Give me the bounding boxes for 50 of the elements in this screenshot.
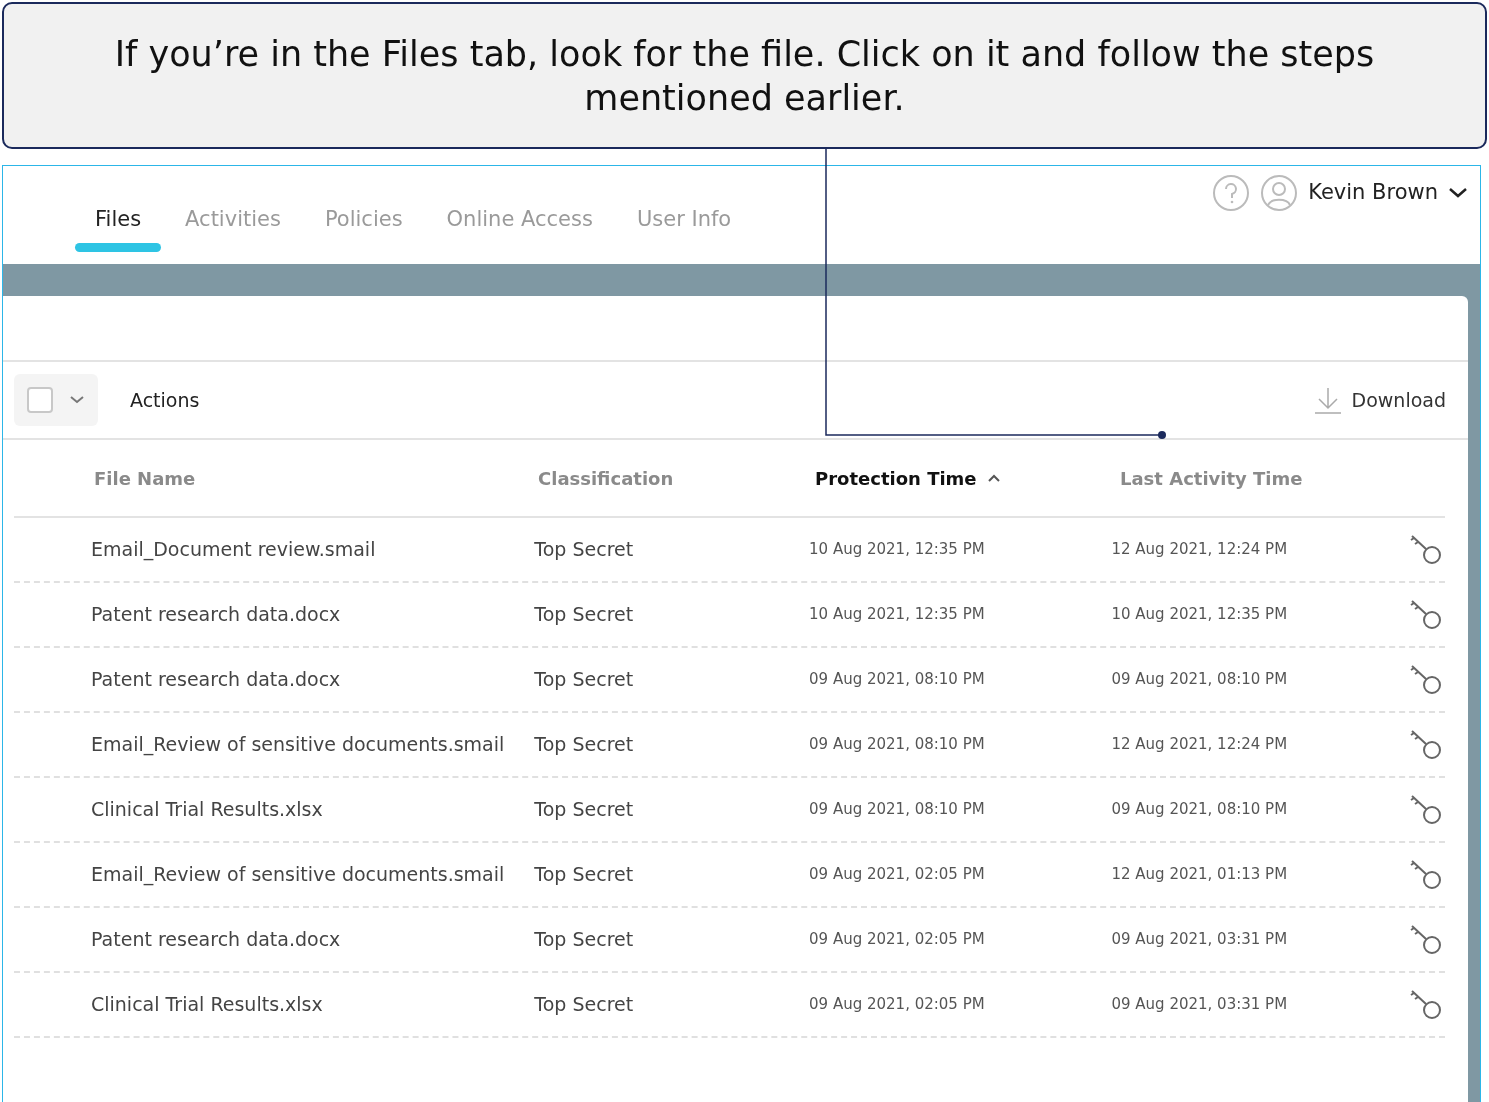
key-icon[interactable] <box>1409 598 1443 631</box>
file-name[interactable]: Clinical Trial Results.xlsx <box>14 794 535 825</box>
last-activity-time-cell-text: 09 Aug 2021, 08:10 PM <box>1111 669 1289 691</box>
select-all-checkbox[interactable] <box>27 387 53 413</box>
file-name[interactable]: Patent research data.docx <box>14 924 535 955</box>
protection-time-cell-text: 09 Aug 2021, 08:10 PM <box>809 799 986 821</box>
classification-cell-text: Top Secret <box>534 992 635 1018</box>
actions-menu[interactable]: Actions <box>130 385 200 415</box>
protection-time-cell-text: 09 Aug 2021, 08:10 PM <box>809 734 986 756</box>
file-name[interactable]: Patent research data.docx <box>14 599 535 630</box>
file-name[interactable]: Email_Review of sensitive documents.smail <box>14 859 535 890</box>
protection-time-cell-text: 10 Aug 2021, 12:35 PM <box>809 539 986 561</box>
classification-cell-text: Top Secret <box>534 667 635 693</box>
last-activity-time-cell-text: 09 Aug 2021, 08:10 PM <box>1111 799 1289 821</box>
protection-time-cell-text: 09 Aug 2021, 02:05 PM <box>809 994 986 1016</box>
key-icon[interactable] <box>1409 533 1443 566</box>
last-activity-time-cell-text: 09 Aug 2021, 03:31 PM <box>1111 929 1289 951</box>
classification-cell-text: Top Secret <box>534 732 635 758</box>
chevron-down-icon[interactable] <box>1448 187 1468 199</box>
last-activity-time-cell-text: 12 Aug 2021, 12:24 PM <box>1111 734 1289 756</box>
classification-cell-text: Top Secret <box>534 602 635 628</box>
file-name[interactable]: Email_Review of sensitive documents.smail <box>14 729 535 760</box>
key-icon[interactable] <box>1409 923 1443 956</box>
key-icon[interactable] <box>1409 793 1443 826</box>
download-icon <box>1313 386 1342 414</box>
classification-cell-text: Top Secret <box>534 927 635 953</box>
key-icon[interactable] <box>1409 663 1443 696</box>
file-name[interactable]: Clinical Trial Results.xlsx <box>14 989 535 1020</box>
callout-text: If you’re in the Files tab, look for the file. Click on it and follow the steps mentioned earlier. <box>113 32 1376 120</box>
nav-tab[interactable]: Files <box>75 204 162 252</box>
sort-ascending-icon[interactable] <box>986 473 1001 483</box>
last-activity-time-cell-text: 10 Aug 2021, 12:35 PM <box>1111 604 1289 626</box>
last-activity-time-cell-text: 12 Aug 2021, 12:24 PM <box>1111 539 1289 561</box>
last-activity-time-cell-text: 09 Aug 2021, 03:31 PM <box>1111 994 1289 1016</box>
key-icon[interactable] <box>1409 988 1443 1021</box>
key-icon[interactable] <box>1409 728 1443 761</box>
protection-time-cell-text: 09 Aug 2021, 02:05 PM <box>809 929 986 951</box>
file-name[interactable]: Email_Document review.smail <box>14 534 535 565</box>
protection-time-cell-text: 09 Aug 2021, 02:05 PM <box>809 864 986 886</box>
classification-cell-text: Top Secret <box>534 862 635 888</box>
key-icon[interactable] <box>1409 858 1443 891</box>
user-name[interactable]: Kevin Brown <box>1308 177 1438 209</box>
download-button[interactable]: Download <box>1313 385 1446 415</box>
protection-time-cell-text: 10 Aug 2021, 12:35 PM <box>809 604 986 626</box>
classification-cell-text: Top Secret <box>534 797 635 823</box>
column-header[interactable]: Protection Time <box>815 464 977 492</box>
classification-cell-text: Top Secret <box>534 537 635 563</box>
protection-time-cell-text: 09 Aug 2021, 08:10 PM <box>809 669 986 691</box>
file-name[interactable]: Patent research data.docx <box>14 664 535 695</box>
last-activity-time-cell-text: 12 Aug 2021, 01:13 PM <box>1111 864 1289 886</box>
